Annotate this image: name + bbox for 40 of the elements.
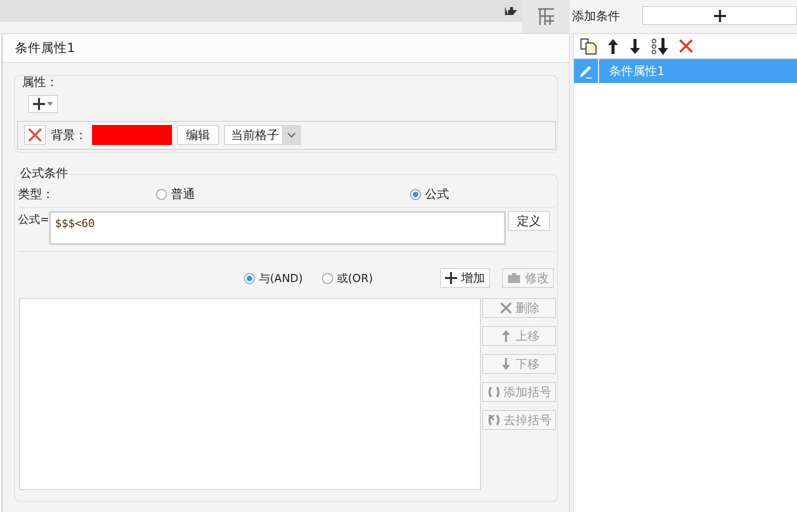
close-icon	[28, 128, 42, 142]
scope-dropdown[interactable]: 当前格子	[224, 125, 301, 146]
add-dropdown-button[interactable]	[28, 95, 58, 113]
radio-button[interactable]	[322, 272, 333, 284]
chevron-down-icon	[286, 132, 296, 138]
radio-label[interactable]: 与(AND)	[259, 270, 303, 286]
delete-icon	[498, 301, 512, 315]
arrow-down-icon[interactable]	[629, 38, 641, 54]
delete-icon[interactable]	[679, 39, 693, 53]
remove-brackets-icon	[486, 413, 500, 427]
add-button[interactable]: 增加	[440, 268, 490, 288]
caret-icon	[47, 102, 53, 106]
radio-button[interactable]	[410, 188, 421, 200]
dropdown-icon[interactable]	[504, 6, 518, 16]
define-button[interactable]: 定义	[508, 211, 550, 231]
edit-button[interactable]: 编辑	[177, 125, 219, 146]
field-label: 类型：	[18, 186, 55, 202]
group-legend: 公式条件	[20, 165, 70, 182]
arrow-up-icon[interactable]	[607, 38, 619, 54]
radio-button[interactable]	[244, 272, 255, 284]
field-label: 背景：	[51, 126, 87, 144]
grid-icon[interactable]	[537, 8, 555, 26]
move-bottom-icon[interactable]	[651, 38, 669, 54]
radio-label[interactable]: 公式	[425, 186, 449, 202]
panel-label: 添加条件	[572, 8, 621, 25]
copy-icon[interactable]	[580, 38, 597, 54]
dialog-title: 条件属性1	[3, 34, 569, 63]
formula-input[interactable]: $$$<60	[49, 211, 506, 245]
radio-label[interactable]: 或(OR)	[337, 270, 373, 286]
plus-icon	[445, 272, 457, 284]
plus-icon	[714, 10, 726, 22]
field-label: 公式=	[18, 212, 49, 227]
radio-label[interactable]: 普通	[171, 186, 195, 202]
color-swatch[interactable]	[92, 125, 172, 146]
group-legend: 属性：	[22, 74, 556, 91]
pencil-icon	[578, 63, 594, 79]
add-brackets-icon	[486, 385, 500, 399]
remove-button[interactable]	[24, 125, 46, 146]
plus-icon	[32, 96, 46, 111]
radio-button[interactable]	[156, 188, 167, 200]
